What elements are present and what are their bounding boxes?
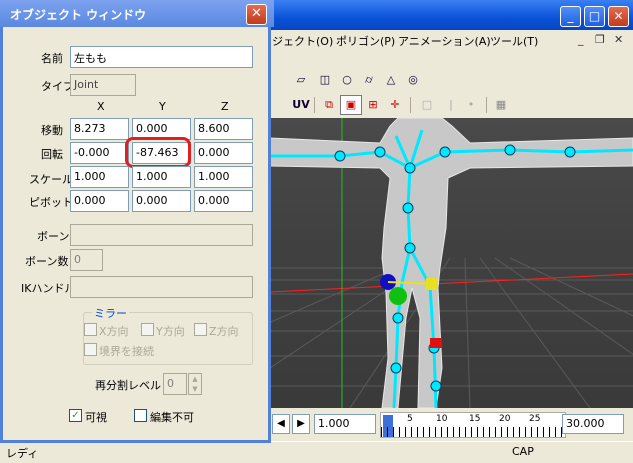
scale-x-field[interactable]: 1.000 [70,166,129,188]
pivot-z-field[interactable]: 0.000 [194,190,253,212]
cone-tool-icon[interactable]: △ [380,70,402,90]
select-box-icon[interactable]: □ [416,95,438,115]
object-window-titlebar[interactable]: オブジェクト ウィンドウ ✕ [0,0,274,27]
status-text: レディ [6,447,39,460]
pivot-label: ピボット [29,196,73,209]
mdi-restore-icon[interactable]: ❐ [595,33,605,46]
status-bar: レディ CAP [0,441,633,463]
object-window: オブジェクト ウィンドウ ✕ 名前 左もも タイプ Joint X Y Z 移動… [0,0,274,443]
cube-tool-icon[interactable]: ◫ [314,70,336,90]
bone-count-field: 0 [70,249,103,271]
maximize-button[interactable]: □ [584,6,605,27]
close-button[interactable]: ✕ [608,6,629,27]
axis-mode-icon[interactable]: ✛ [384,95,406,115]
locked-label: 編集不可 [150,411,194,424]
pivot-x-field[interactable]: 0.000 [70,190,129,212]
move-x-field[interactable]: 8.273 [70,118,129,140]
uv-tool[interactable]: UV [290,95,312,115]
timeline-ruler[interactable]: 5 10 15 20 25 [380,412,567,438]
shape-toolbar: ▱ ◫ ○ ⌭ △ ◎ [270,70,570,92]
mdi-close-icon[interactable]: ✕ [614,33,623,46]
toolbar-separator [314,97,315,113]
type-field: Joint [70,74,136,96]
tick-label: 15 [469,414,481,424]
pivot-y-field[interactable]: 0.000 [132,190,191,212]
rotate-x-field[interactable]: -0.000 [70,142,129,164]
tick-label: 20 [499,414,511,424]
subdiv-level-label: 再分割レベル [95,379,161,392]
rotate-z-field[interactable]: 0.000 [194,142,253,164]
name-field[interactable]: 左もも [70,46,253,68]
subdiv-level-field: 0 [163,373,187,395]
toolbar-separator [486,97,487,113]
character-mesh [270,118,633,408]
tick-label: 25 [529,414,541,424]
torus-tool-icon[interactable]: ◎ [402,70,424,90]
vertex-icon[interactable]: • [460,95,482,115]
view-toolbar: UV ⧉ ▣ ⊞ ✛ □ | • ▦ [270,95,570,117]
mirror-connect-checkbox[interactable] [84,343,97,356]
plane-tool-icon[interactable]: ▱ [290,70,312,90]
next-frame-button[interactable]: ▶ [292,414,310,434]
locked-checkbox[interactable] [134,409,147,422]
mirror-connect-label: 境界を接続 [99,345,154,358]
object-window-title: オブジェクト ウィンドウ [10,8,147,22]
3d-viewport[interactable] [270,118,633,408]
cylinder-tool-icon[interactable]: ⌭ [358,70,380,90]
prev-frame-button[interactable]: ◀ [272,414,290,434]
mirror-x-checkbox[interactable] [84,323,97,336]
mirror-y-label: Y方向 [156,325,185,338]
visible-checkbox[interactable]: ✓ [69,409,82,422]
object-mode-icon[interactable]: ▣ [340,95,362,115]
ik-handle-field [70,276,253,298]
subdiv-spinner-icon: ▲ ▼ [188,373,202,395]
menu-object[interactable]: ジェクト(O) [272,33,333,49]
floor-grid [270,257,633,408]
bone-count-label: ボーン数 [25,255,69,268]
bone-label: ボーン [37,230,70,243]
menu-animation[interactable]: アニメーション(A) [398,33,491,49]
cap-indicator: CAP [512,445,534,458]
x-axis-line [270,273,633,293]
mirror-y-checkbox[interactable] [141,323,154,336]
mdi-minimize-icon[interactable]: _ [578,33,584,46]
start-frame-field[interactable]: 1.000 [314,414,376,434]
tick-label: 10 [436,414,448,424]
minimize-button[interactable]: _ [560,6,581,27]
mirror-x-label: X方向 [99,325,129,338]
ruler-ticks [381,427,567,437]
col-y-header: Y [159,100,166,113]
divider-icon: | [449,98,453,111]
mirror-z-label: Z方向 [209,325,239,338]
menu-polygon[interactable]: ポリゴン(P) [336,33,395,49]
scale-label: スケール [29,173,73,186]
visible-label: 可視 [85,411,107,424]
move-label: 移動 [41,124,63,137]
mirror-group: ミラー X方向 Y方向 Z方向 境界を接続 [83,305,253,365]
col-z-header: Z [221,100,229,113]
toolbar-separator [410,97,411,113]
rotate-label: 回転 [41,148,63,161]
mirror-z-checkbox[interactable] [194,323,207,336]
menu-tools[interactable]: ツール(T) [490,33,538,49]
bone-field [70,224,253,246]
mirror-group-label: ミラー [92,305,129,321]
col-x-header: X [97,100,105,113]
sphere-tool-icon[interactable]: ○ [336,70,358,90]
timeline-bar: ◀ ▶ 1.000 5 10 15 20 25 30.000 [270,410,633,440]
rotate-y-highlight [125,137,191,168]
scale-z-field[interactable]: 1.000 [194,166,253,188]
viewport-scene [270,118,633,408]
hierarchy-icon[interactable]: ⧉ [318,95,340,115]
grid-icon[interactable]: ▦ [490,95,512,115]
tick-label: 5 [407,414,413,424]
end-frame-field[interactable]: 30.000 [562,414,624,434]
face-mode-icon[interactable]: ⊞ [362,95,384,115]
ik-handle-label: IKハンドル [21,282,76,295]
move-z-field[interactable]: 8.600 [194,118,253,140]
name-label: 名前 [41,52,63,65]
object-window-close-button[interactable]: ✕ [246,4,267,25]
scale-y-field[interactable]: 1.000 [132,166,191,188]
